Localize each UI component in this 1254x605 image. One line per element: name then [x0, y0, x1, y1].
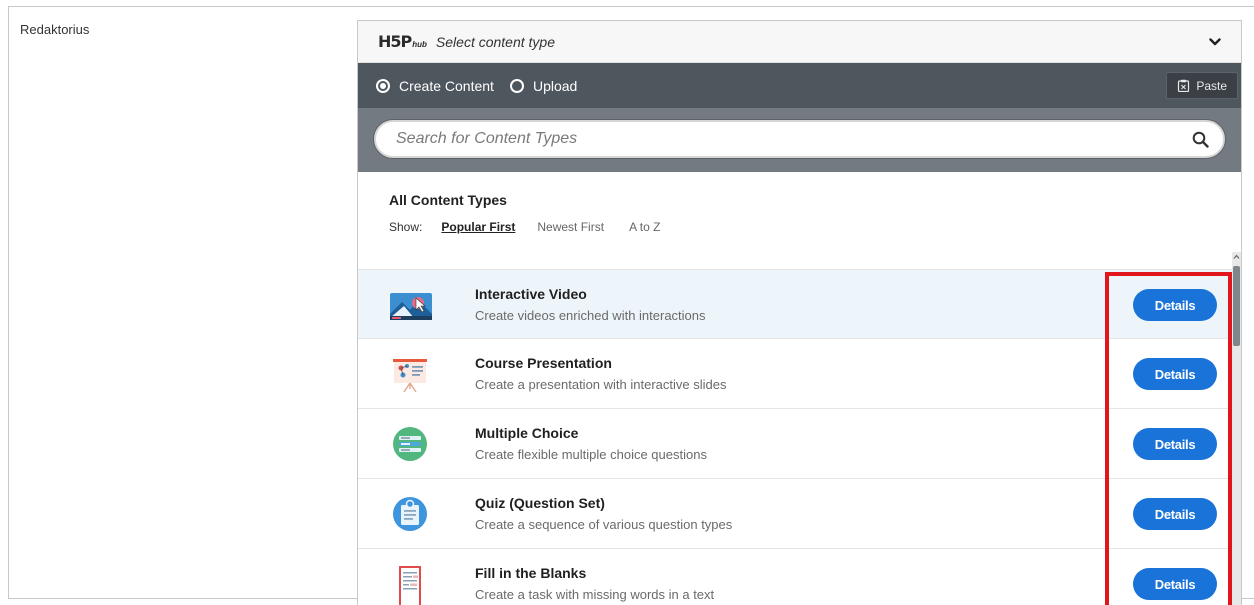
scroll-up-icon[interactable]: [1233, 254, 1240, 260]
content-type-description: Create a presentation with interactive s…: [475, 377, 727, 392]
interactive-video-icon: [390, 293, 432, 320]
paste-button[interactable]: Paste: [1166, 72, 1238, 99]
tab-label: Upload: [532, 77, 578, 94]
search-area: [358, 108, 1241, 172]
fill-in-blanks-icon: [399, 566, 421, 605]
sort-newest-first[interactable]: Newest First: [537, 220, 604, 234]
paste-label: Paste: [1196, 78, 1227, 93]
sort-a-to-z[interactable]: A to Z: [629, 220, 660, 234]
hub-tabs-bar: Create Content Upload Paste: [358, 63, 1241, 108]
h5p-hub-panel: H5P hub Select content type Create Conte…: [357, 20, 1242, 605]
content-type-name: Interactive Video: [475, 286, 587, 302]
content-type-name: Multiple Choice: [475, 425, 579, 441]
sort-popular-first[interactable]: Popular First: [441, 220, 515, 234]
logo-sub-text: hub: [412, 40, 427, 49]
list-item[interactable]: Multiple Choice Create flexible multiple…: [358, 409, 1233, 479]
list-item[interactable]: Course Presentation Create a presentatio…: [358, 339, 1233, 409]
hub-header-title: Select content type: [435, 33, 555, 50]
list-item[interactable]: Quiz (Question Set) Create a sequence of…: [358, 479, 1233, 549]
search-input[interactable]: [396, 130, 1192, 148]
clipboard-icon: [1178, 79, 1190, 92]
scrollbar-thumb[interactable]: [1233, 266, 1240, 346]
tab-create-content[interactable]: Create Content: [376, 78, 494, 94]
content-type-description: Create a task with missing words in a te…: [475, 587, 715, 602]
details-button[interactable]: Details: [1133, 358, 1217, 390]
details-button[interactable]: Details: [1133, 568, 1217, 600]
list-item[interactable]: Interactive Video Create videos enriched…: [358, 269, 1233, 339]
search-icon[interactable]: [1192, 131, 1209, 148]
question-set-icon: [393, 497, 427, 531]
list-scrollbar[interactable]: [1232, 252, 1241, 605]
sort-row: Show: Popular First Newest First A to Z: [389, 220, 1241, 234]
tab-label: Create Content: [399, 77, 494, 94]
logo-text: H5P: [378, 32, 412, 51]
radio-unselected-icon: [509, 78, 524, 93]
all-types-title: All Content Types: [389, 192, 507, 208]
content-type-description: Create a sequence of various question ty…: [475, 517, 733, 532]
course-presentation-icon: [393, 359, 427, 393]
details-button[interactable]: Details: [1133, 498, 1217, 530]
multiple-choice-icon: [393, 427, 427, 461]
chevron-down-icon[interactable]: [1209, 36, 1221, 48]
search-box: [374, 120, 1225, 158]
h5p-hub-logo: H5P hub: [378, 32, 427, 51]
content-type-description: Create flexible multiple choice question…: [475, 447, 707, 462]
hub-header[interactable]: H5P hub Select content type: [358, 21, 1241, 63]
field-label: Redaktorius: [20, 22, 90, 37]
list-item[interactable]: Fill in the Blanks Create a task with mi…: [358, 549, 1233, 605]
content-type-name: Fill in the Blanks: [475, 565, 587, 581]
radio-selected-icon: [376, 78, 390, 93]
content-type-description: Create videos enriched with interactions: [475, 308, 706, 323]
content-types-header: All Content Types Show: Popular First Ne…: [358, 172, 1241, 252]
details-button[interactable]: Details: [1133, 289, 1217, 321]
details-button[interactable]: Details: [1133, 428, 1217, 460]
content-type-name: Quiz (Question Set): [475, 495, 605, 511]
tab-upload[interactable]: Upload: [509, 77, 578, 94]
show-label: Show:: [389, 220, 423, 234]
content-type-name: Course Presentation: [475, 355, 612, 371]
content-type-list: Interactive Video Create videos enriched…: [358, 269, 1233, 605]
